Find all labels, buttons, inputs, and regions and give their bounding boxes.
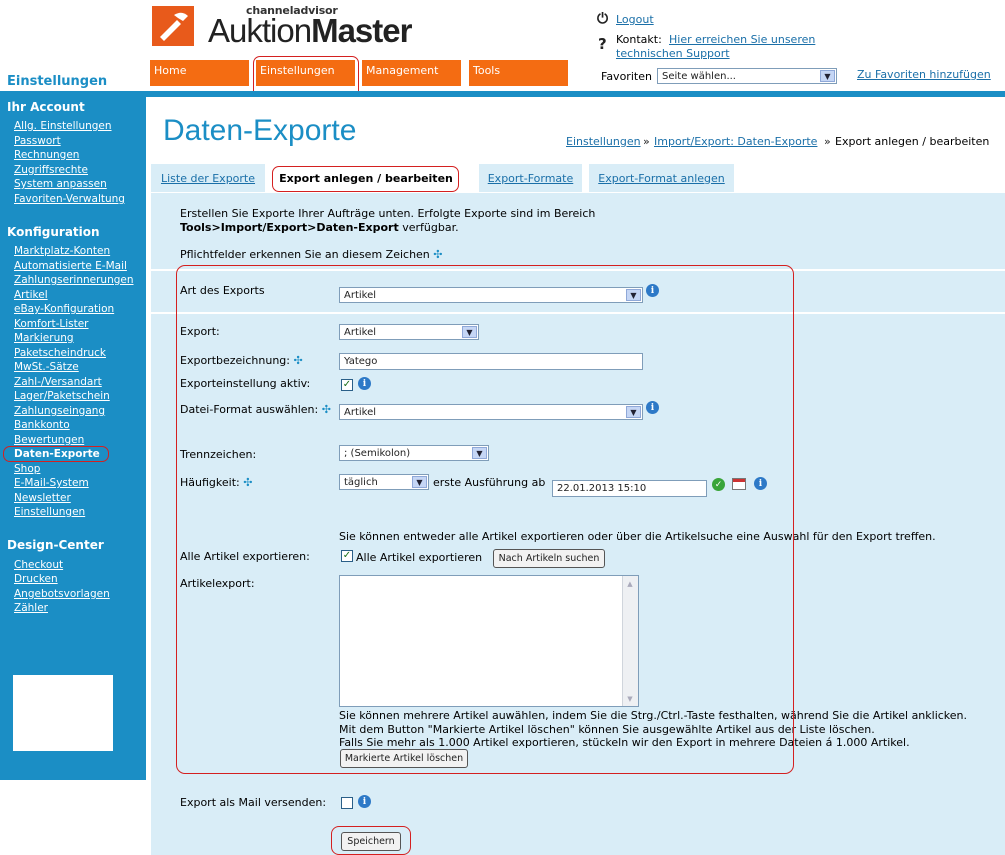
sidebar-item-system-anpassen[interactable]: System anpassen [14,178,107,190]
sidebar-item-zahlungseingang[interactable]: Zahlungseingang [14,405,105,417]
sidebar-highlight-ring [3,446,109,462]
required-mark-icon: ✣ [433,248,443,261]
nav-home[interactable]: Home [150,60,249,86]
tab-export-format-anlegen[interactable]: Export-Format anlegen [589,164,734,192]
mail-checkbox[interactable] [341,797,353,809]
tab-export-formate[interactable]: Export-Formate [479,164,582,192]
add-favorite-link[interactable]: Zu Favoriten hinzufügen [857,68,991,81]
support-link-line2[interactable]: technischen Support [616,47,730,60]
sidebar-heading-account: Ihr Account [7,100,85,114]
sidebar-item-passwort[interactable]: Passwort [14,135,61,147]
sidebar-item-email-system[interactable]: E-Mail-System [14,477,89,489]
sidebar-item-komfort-lister[interactable]: Komfort-Lister [14,318,89,330]
sidebar-blank-box [13,675,113,751]
logout-link[interactable]: Logout [616,13,654,26]
info-icon[interactable]: i [358,795,371,808]
form-highlight-ring [176,265,794,774]
intro-line1: Erstellen Sie Exporte Ihrer Aufträge unt… [180,207,596,220]
sidebar-item-marktplatz-konten[interactable]: Marktplatz-Konten [14,245,110,257]
mail-label: Export als Mail versenden: [180,796,327,809]
sidebar-item-checkout[interactable]: Checkout [14,559,63,571]
sidebar-item-ebay-konfiguration[interactable]: eBay-Konfiguration [14,303,114,315]
sidebar-item-newsletter[interactable]: Newsletter [14,492,71,504]
breadcrumb-einstellungen[interactable]: Einstellungen [566,135,641,148]
chevron-down-icon: ▼ [820,70,835,82]
logo-icon [152,6,194,46]
required-note: Pflichtfelder erkennen Sie an diesem Zei… [180,248,443,261]
favoriten-label: Favoriten [601,70,652,83]
sidebar-item-drucken[interactable]: Drucken [14,573,58,585]
tab-highlight-ring [272,166,459,192]
page-title: Daten-Exporte [163,114,357,147]
sidebar-heading-konfiguration: Konfiguration [7,225,100,239]
sidebar-heading-design-center: Design-Center [7,538,104,552]
question-icon: ? [598,35,607,53]
power-icon: ⏻ [597,11,609,27]
breadcrumb-separator-2: » [824,135,831,148]
breadcrumb-separator: » [643,135,650,148]
brand-name: AuktionMaster [208,12,412,49]
kontakt-label: Kontakt: [616,33,662,46]
sidebar-item-artikel[interactable]: Artikel [14,289,48,301]
sidebar-item-favoriten-verwaltung[interactable]: Favoriten-Verwaltung [14,193,125,205]
sidebar-item-zahl-versandart[interactable]: Zahl-/Versandart [14,376,102,388]
sidebar-item-rechnungen[interactable]: Rechnungen [14,149,79,161]
sidebar-item-mwst-saetze[interactable]: MwSt.-Sätze [14,361,79,373]
sidebar-item-bewertungen[interactable]: Bewertungen [14,434,84,446]
section-title: Einstellungen [7,74,108,89]
sidebar-item-zugriffsrechte[interactable]: Zugriffsrechte [14,164,88,176]
sidebar-item-zaehler[interactable]: Zähler [14,602,48,614]
intro-line2: Tools>Import/Export>Daten-Export verfügb… [180,221,459,234]
sidebar-item-bankkonto[interactable]: Bankkonto [14,419,70,431]
favoriten-select[interactable]: Seite wählen... ▼ [657,68,837,84]
nav-management[interactable]: Management [362,60,461,86]
sidebar-item-markierung[interactable]: Markierung [14,332,74,344]
breadcrumb-import-export[interactable]: Import/Export: Daten-Exporte [654,135,817,148]
sidebar-item-automatisierte-email[interactable]: Automatisierte E-Mail [14,260,127,272]
tab-liste-der-exporte[interactable]: Liste der Exporte [151,164,265,192]
sidebar-item-angebotsvorlagen[interactable]: Angebotsvorlagen [14,588,110,600]
sidebar-item-lager-paketschein[interactable]: Lager/Paketschein [14,390,110,402]
support-link-line1[interactable]: Hier erreichen Sie unseren [669,33,815,46]
breadcrumb-current: Export anlegen / bearbeiten [835,135,990,148]
sidebar-item-einstellungen[interactable]: Einstellungen [14,506,85,518]
sidebar-item-zahlungserinnerungen[interactable]: Zahlungserinnerungen [14,274,134,286]
sidebar-item-paketscheindruck[interactable]: Paketscheindruck [14,347,106,359]
sidebar-item-shop[interactable]: Shop [14,463,40,475]
save-highlight-ring [331,826,411,855]
nav-tools[interactable]: Tools [469,60,568,86]
sidebar-item-allg-einstellungen[interactable]: Allg. Einstellungen [14,120,112,132]
